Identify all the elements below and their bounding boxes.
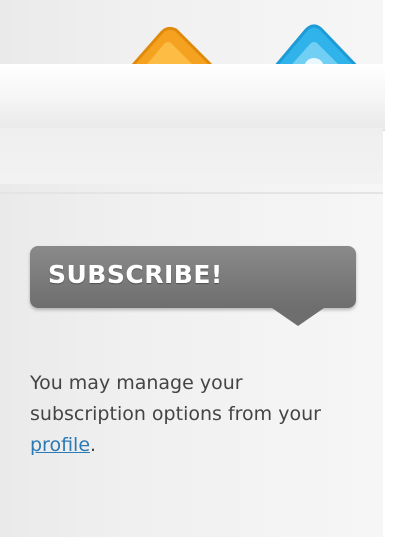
ribbon-banner <box>0 64 385 131</box>
profile-link[interactable]: profile <box>30 434 90 456</box>
subscribe-text-before: You may manage your subscription options… <box>30 372 321 425</box>
icon-strip <box>0 0 383 70</box>
divider <box>0 192 383 194</box>
ribbon-area <box>0 128 383 184</box>
subscribe-heading-badge: SUBSCRIBE! <box>30 246 356 326</box>
orange-feed-icon[interactable] <box>110 22 220 70</box>
blue-mail-icon[interactable] <box>258 20 368 70</box>
sidebar-panel: SUBSCRIBE! You may manage your subscript… <box>0 0 385 537</box>
page: SUBSCRIBE! You may manage your subscript… <box>0 0 417 537</box>
subscribe-text-after: . <box>90 434 97 456</box>
subscribe-title: SUBSCRIBE! <box>48 260 223 289</box>
subscribe-description: You may manage your subscription options… <box>30 368 350 461</box>
